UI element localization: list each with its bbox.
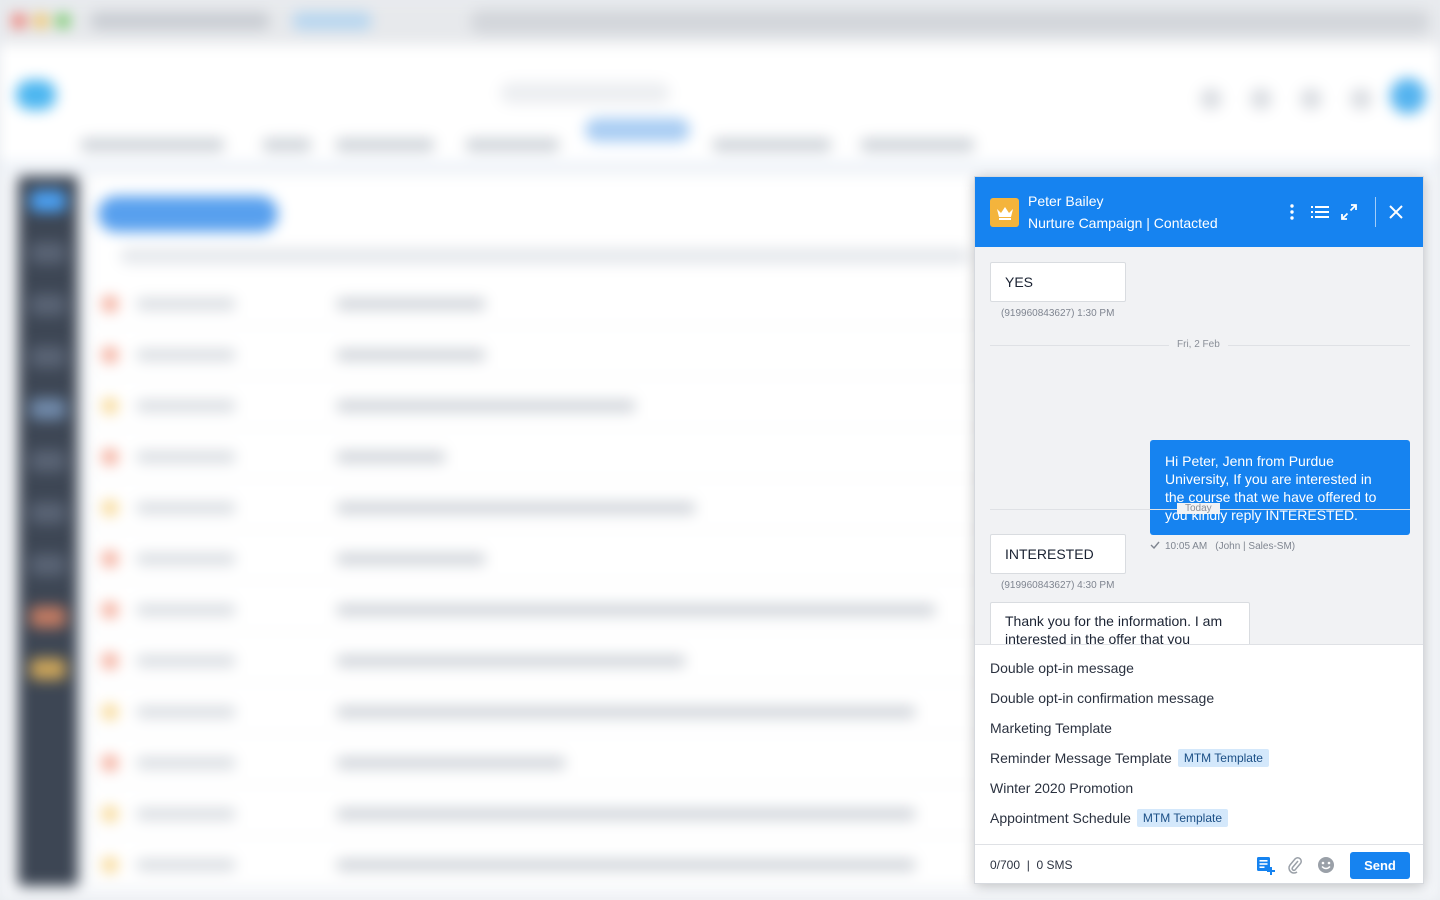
character-counter: 0/700 | 0 SMS (990, 858, 1073, 872)
header-icon (1250, 88, 1272, 110)
table-row (96, 641, 980, 683)
message-text: YES (1005, 274, 1034, 290)
date-divider-label: Today (1177, 503, 1220, 514)
crown-icon (990, 198, 1019, 227)
message-meta: (919960843627) 4:30 PM (1001, 580, 1115, 591)
nav-item (80, 138, 225, 152)
header-icon (1200, 88, 1222, 110)
template-name: Winter 2020 Promotion (990, 780, 1134, 796)
template-name: Double opt-in message (990, 660, 1134, 676)
table-row (96, 488, 980, 530)
message-sender: (John | Sales-SM) (1215, 541, 1296, 552)
table-row (96, 284, 980, 326)
contact-subtitle: Nurture Campaign | Contacted (1028, 215, 1218, 231)
template-name: Marketing Template (990, 720, 1112, 736)
table-row (96, 437, 980, 479)
chat-widget: Peter Bailey Nurture Campaign | Contacte… (974, 176, 1424, 884)
template-list: Double opt-in message Double opt-in conf… (975, 644, 1423, 844)
header-icon (1300, 88, 1322, 110)
message-text: Thank you for the information. I am inte… (1005, 613, 1223, 647)
more-vertical-icon[interactable] (1281, 201, 1303, 223)
message-text: INTERESTED (1005, 546, 1094, 562)
browser-tab (90, 12, 270, 30)
expand-icon[interactable] (1338, 201, 1360, 223)
template-name: Reminder Message Template (990, 750, 1172, 766)
attachment-icon[interactable] (1285, 855, 1305, 875)
composer-footer: 0/700 | 0 SMS Send (975, 844, 1423, 883)
table-row (96, 794, 980, 836)
template-name: Appointment Schedule (990, 810, 1131, 826)
nav-item (712, 138, 832, 152)
close-icon[interactable] (1385, 201, 1407, 223)
table-row (96, 845, 980, 887)
nav-item (465, 138, 560, 152)
message-meta: 10:05 AM (John | Sales-SM) (1150, 541, 1295, 552)
left-rail (18, 176, 78, 886)
contact-name[interactable]: Peter Bailey (1028, 193, 1103, 209)
chat-header: Peter Bailey Nurture Campaign | Contacte… (975, 177, 1423, 247)
template-badge: MTM Template (1136, 809, 1229, 827)
user-avatar (1390, 78, 1426, 114)
table-row (96, 743, 980, 785)
date-divider-label: Fri, 2 Feb (1169, 339, 1228, 350)
template-badge: MTM Template (1177, 749, 1269, 767)
template-item[interactable]: Double opt-in message (990, 656, 1134, 680)
header-icon (1350, 88, 1372, 110)
browser-tab (292, 12, 372, 30)
template-item[interactable]: Double opt-in confirmation message (990, 686, 1214, 710)
header-divider (1375, 197, 1376, 227)
emoji-icon[interactable] (1316, 855, 1336, 875)
incoming-message: Thank you for the information. I am inte… (990, 602, 1250, 647)
outgoing-message: Hi Peter, Jenn from Purdue University, I… (1150, 440, 1410, 535)
table-row (96, 386, 980, 428)
nav-active-tab (585, 118, 690, 142)
template-item[interactable]: Reminder Message Template MTM Template (990, 746, 1269, 770)
table-row (96, 692, 980, 734)
table-row (96, 539, 980, 581)
table-row (96, 335, 980, 377)
message-meta: (919960843627) 1:30 PM (1001, 308, 1115, 319)
template-item[interactable]: Appointment Schedule MTM Template (990, 806, 1229, 830)
list-header (120, 248, 970, 264)
template-name: Double opt-in confirmation message (990, 690, 1215, 706)
nav-item (860, 138, 975, 152)
app-logo (16, 80, 56, 110)
message-time: 10:05 AM (1165, 541, 1208, 552)
new-button (98, 196, 278, 232)
global-search (500, 82, 670, 104)
nav-item (262, 138, 312, 152)
incoming-message: INTERESTED (990, 534, 1126, 574)
nav-item (335, 138, 435, 152)
app-header (0, 44, 1440, 120)
template-item[interactable]: Marketing Template (990, 716, 1112, 740)
check-icon (1150, 541, 1160, 552)
table-row (96, 590, 980, 632)
template-add-icon[interactable] (1256, 855, 1276, 875)
template-item[interactable]: Winter 2020 Promotion (990, 776, 1133, 800)
send-button[interactable]: Send (1350, 852, 1410, 879)
message-thread[interactable]: YES (919960843627) 1:30 PM Fri, 2 Feb Hi… (975, 247, 1423, 647)
incoming-message: YES (990, 262, 1126, 302)
address-bar (470, 10, 1430, 34)
list-icon[interactable] (1309, 201, 1331, 223)
